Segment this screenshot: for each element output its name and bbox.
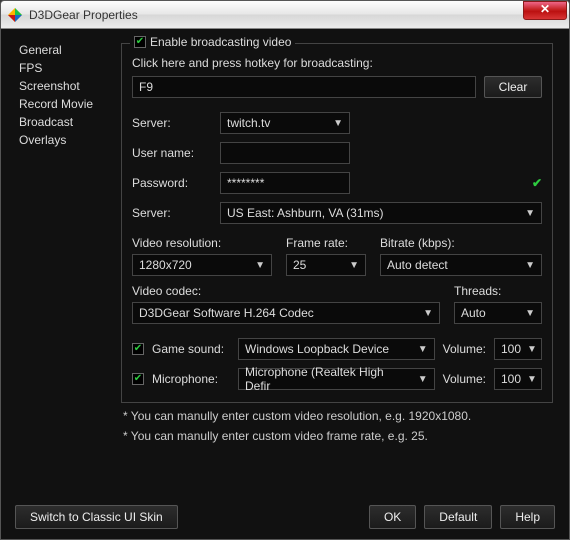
server-label: Server: (132, 116, 212, 130)
game-sound-label: Game sound: (152, 342, 230, 356)
game-volume-label: Volume: (443, 342, 486, 356)
hotkey-input[interactable]: F9 (132, 76, 476, 98)
framerate-label: Frame rate: (286, 236, 366, 250)
chevron-down-icon: ▼ (418, 344, 428, 355)
chevron-down-icon: ▼ (527, 374, 537, 385)
switch-skin-button[interactable]: Switch to Classic UI Skin (15, 505, 178, 529)
app-logo-icon (7, 7, 23, 23)
close-icon: ✕ (540, 2, 550, 16)
note-framerate: * You can manully enter custom video fra… (123, 429, 553, 443)
bitrate-label: Bitrate (kbps): (380, 236, 542, 250)
game-volume-select[interactable]: 100▼ (494, 338, 542, 360)
chevron-down-icon: ▼ (423, 308, 433, 319)
resolution-select[interactable]: 1280x720▼ (132, 254, 272, 276)
microphone-device-select[interactable]: Microphone (Realtek High Defir▼ (238, 368, 435, 390)
chevron-down-icon: ▼ (525, 208, 535, 219)
threads-select[interactable]: Auto▼ (454, 302, 542, 324)
broadcast-groupbox: ✔ Enable broadcasting video Click here a… (121, 43, 553, 403)
codec-label: Video codec: (132, 284, 440, 298)
sidebar-item-overlays[interactable]: Overlays (19, 131, 111, 149)
titlebar[interactable]: D3DGear Properties ✕ (1, 1, 569, 29)
main-panel: ✔ Enable broadcasting video Click here a… (111, 29, 569, 495)
framerate-select[interactable]: 25▼ (286, 254, 366, 276)
streaming-service-select[interactable]: twitch.tv ▼ (220, 112, 350, 134)
clear-button[interactable]: Clear (484, 76, 542, 98)
window-body: General FPS Screenshot Record Movie Broa… (1, 29, 569, 495)
codec-select[interactable]: D3DGear Software H.264 Codec▼ (132, 302, 440, 324)
ingest-server-select[interactable]: US East: Ashburn, VA (31ms) ▼ (220, 202, 542, 224)
resolution-label: Video resolution: (132, 236, 272, 250)
window-title: D3DGear Properties (29, 8, 523, 22)
checkmark-icon: ✔ (532, 176, 542, 190)
chevron-down-icon: ▼ (418, 374, 428, 385)
enable-broadcast-label: Enable broadcasting video (150, 35, 291, 49)
microphone-label: Microphone: (152, 372, 230, 386)
password-input[interactable]: ******** (220, 172, 350, 194)
sidebar-item-screenshot[interactable]: Screenshot (19, 77, 111, 95)
game-sound-checkbox[interactable]: ✔ (132, 343, 144, 355)
group-legend: ✔ Enable broadcasting video (130, 35, 295, 49)
sidebar-item-fps[interactable]: FPS (19, 59, 111, 77)
hotkey-prompt: Click here and press hotkey for broadcas… (132, 56, 542, 70)
threads-label: Threads: (454, 284, 542, 298)
note-resolution: * You can manully enter custom video res… (123, 409, 553, 423)
chevron-down-icon: ▼ (333, 118, 343, 129)
chevron-down-icon: ▼ (255, 260, 265, 271)
username-input[interactable] (220, 142, 350, 164)
footer: Switch to Classic UI Skin OK Default Hel… (1, 495, 569, 539)
mic-volume-select[interactable]: 100▼ (494, 368, 542, 390)
game-sound-device-select[interactable]: Windows Loopback Device▼ (238, 338, 435, 360)
default-button[interactable]: Default (424, 505, 492, 529)
microphone-checkbox[interactable]: ✔ (132, 373, 144, 385)
properties-window: D3DGear Properties ✕ General FPS Screens… (0, 0, 570, 540)
sidebar: General FPS Screenshot Record Movie Broa… (1, 29, 111, 495)
bitrate-select[interactable]: Auto detect▼ (380, 254, 542, 276)
chevron-down-icon: ▼ (527, 344, 537, 355)
enable-broadcast-checkbox[interactable]: ✔ (134, 36, 146, 48)
ingest-server-label: Server: (132, 206, 212, 220)
sidebar-item-broadcast[interactable]: Broadcast (19, 113, 111, 131)
chevron-down-icon: ▼ (525, 308, 535, 319)
help-button[interactable]: Help (500, 505, 555, 529)
ok-button[interactable]: OK (369, 505, 416, 529)
sidebar-item-general[interactable]: General (19, 41, 111, 59)
chevron-down-icon: ▼ (349, 260, 359, 271)
username-label: User name: (132, 146, 212, 160)
mic-volume-label: Volume: (443, 372, 486, 386)
sidebar-item-record-movie[interactable]: Record Movie (19, 95, 111, 113)
password-label: Password: (132, 176, 212, 190)
chevron-down-icon: ▼ (525, 260, 535, 271)
close-button[interactable]: ✕ (523, 1, 567, 20)
